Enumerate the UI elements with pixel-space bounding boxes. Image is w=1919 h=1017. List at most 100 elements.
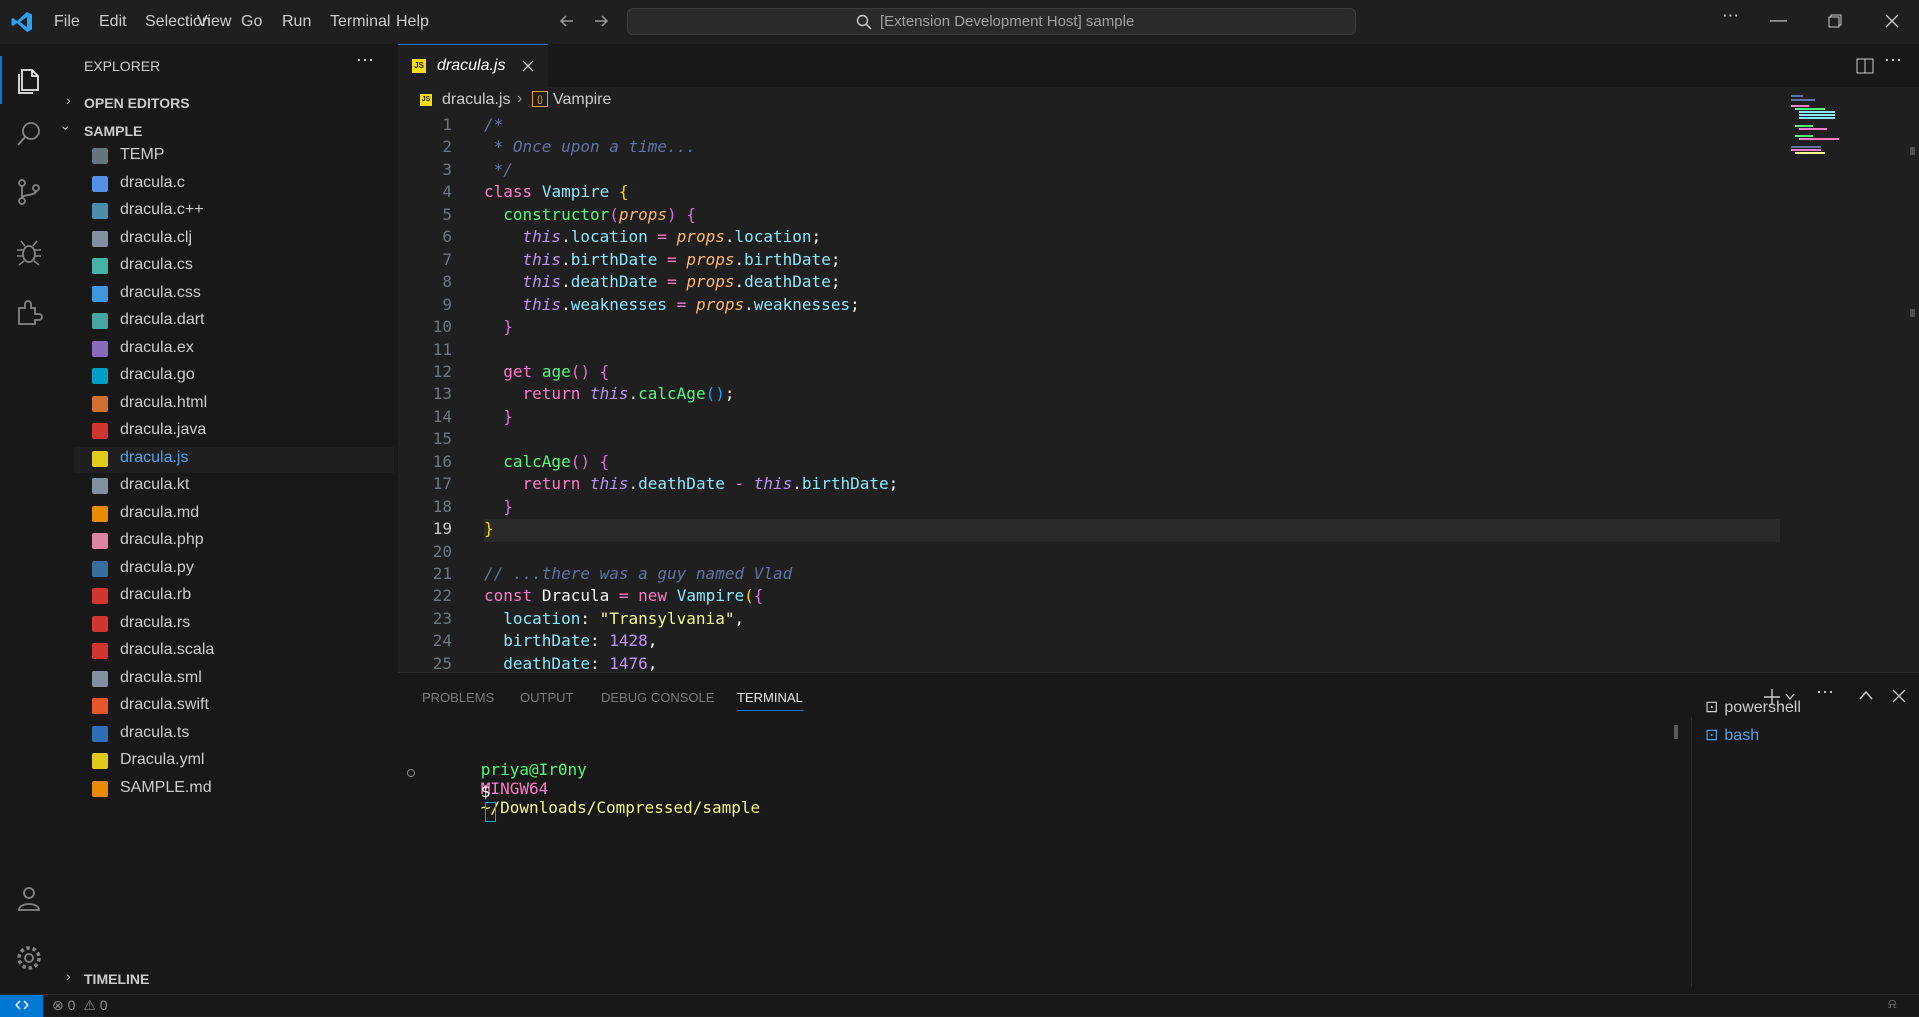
explorer-icon[interactable] [13, 64, 45, 96]
file-item[interactable]: dracula.css [74, 282, 394, 308]
file-label: dracula.go [120, 366, 195, 383]
css-icon [92, 285, 108, 302]
code-editor[interactable]: JS dracula.js › {} Vampire 1/* 2 * Once u… [398, 87, 1919, 672]
code-text: birthDate: 1428, [503, 631, 658, 651]
notifications-bell-icon[interactable]: ⍾ [1888, 996, 1897, 1012]
forward-arrow-icon[interactable] [592, 12, 610, 30]
code-line: 24 birthDate: 1428, [398, 631, 1778, 653]
file-item[interactable]: dracula.sml [74, 667, 394, 693]
file-item[interactable]: dracula.swift [74, 694, 394, 720]
file-label: dracula.md [120, 503, 200, 521]
back-arrow-icon[interactable] [558, 12, 576, 30]
code-text: class Vampire { [484, 182, 629, 202]
accounts-icon[interactable] [13, 882, 45, 914]
terminal-scrollbar[interactable] [1674, 725, 1678, 739]
menu-file[interactable]: File [54, 13, 80, 31]
open-editors-section[interactable]: › OPEN EDITORS [66, 92, 396, 114]
menu-go[interactable]: Go [241, 13, 262, 31]
explorer-sidebar: EXPLORER ⋯ › OPEN EDITORS › SAMPLE TEMP d… [58, 44, 398, 994]
line-number: 13 [432, 384, 452, 404]
menu-run[interactable]: Run [282, 13, 311, 31]
file-item[interactable]: dracula.clj [74, 227, 394, 253]
panel-tab-terminal[interactable]: TERMINAL [737, 690, 803, 711]
code-text: */ [484, 159, 513, 179]
code-text: this.weaknesses = props.weaknesses; [522, 294, 860, 314]
folder-icon [92, 148, 108, 164]
code-line: 5 constructor(props) { [398, 205, 1778, 227]
code-line: 20 [398, 542, 1778, 564]
terminal-name: bash [1724, 727, 1760, 744]
close-panel-icon[interactable] [1892, 689, 1906, 703]
file-icon [92, 230, 108, 247]
file-item[interactable]: dracula.kt [74, 474, 394, 500]
file-item[interactable]: dracula.md [74, 502, 394, 528]
tab-dracula-js[interactable]: JS dracula.js [398, 44, 548, 87]
maximize-panel-icon[interactable] [1859, 690, 1873, 700]
search-view-icon[interactable] [13, 118, 45, 150]
restore-button[interactable] [1828, 14, 1842, 28]
terminal-tab-bash[interactable]: ⊡ bash [1705, 725, 1759, 745]
panel-tab-output[interactable]: OUTPUT [520, 690, 573, 705]
file-item[interactable]: dracula.c++ [74, 199, 394, 225]
swift-icon [92, 698, 108, 714]
file-item[interactable]: dracula.rb [74, 584, 394, 610]
panel-tab-debug-console[interactable]: DEBUG CONSOLE [601, 690, 714, 705]
file-item[interactable]: dracula.js [74, 446, 394, 473]
file-item[interactable]: SAMPLE.md [74, 777, 394, 803]
file-item[interactable]: dracula.dart [74, 309, 394, 335]
code-text: } [503, 496, 513, 516]
file-item[interactable]: dracula.ts [74, 722, 394, 748]
file-icon [92, 670, 108, 687]
file-item[interactable]: dracula.java [74, 419, 394, 445]
file-label: dracula.php [120, 531, 204, 548]
scrollbar-thumb[interactable] [1910, 147, 1915, 155]
file-item[interactable]: dracula.cs [74, 254, 394, 280]
file-label: dracula.swift [120, 696, 209, 713]
file-item[interactable]: dracula.html [74, 392, 394, 418]
menu-view[interactable]: View [197, 13, 231, 31]
menu-edit[interactable]: Edit [99, 13, 127, 31]
source-control-icon[interactable] [13, 176, 45, 208]
cpp-icon [92, 203, 108, 219]
file-item[interactable]: dracula.go [74, 364, 394, 390]
terminal-tab-powershell[interactable]: ⊡ powershell [1705, 697, 1801, 717]
ruby-icon [92, 588, 108, 604]
file-item[interactable]: dracula.php [74, 529, 394, 555]
minimap[interactable] [1791, 95, 1851, 175]
terminal-view[interactable]: priya@Ir0ny MINGW64 ~/Downloads/Compress… [398, 723, 1688, 993]
file-label: dracula.js [120, 448, 189, 466]
rust-icon [92, 615, 108, 632]
code-line: 1 /* [398, 115, 1778, 137]
file-item[interactable]: dracula.ex [74, 337, 394, 363]
panel-more-icon[interactable]: ⋯ [1816, 682, 1834, 703]
close-tab-icon[interactable] [522, 60, 534, 72]
timeline-section[interactable]: › TIMELINE [66, 968, 396, 990]
code-text: * Once upon a time... [484, 137, 696, 157]
file-item[interactable]: Dracula.yml [74, 749, 394, 775]
markdown-icon [92, 780, 108, 797]
line-number: 16 [432, 451, 452, 471]
line-number: 7 [442, 249, 452, 269]
file-item[interactable]: dracula.rs [74, 612, 394, 638]
command-center-search[interactable]: [Extension Development Host] sample [627, 8, 1356, 35]
editor-more-icon[interactable]: ⋯ [1884, 50, 1902, 71]
file-item[interactable]: dracula.py [74, 557, 394, 583]
manage-gear-icon[interactable] [13, 942, 45, 974]
line-number: 1 [442, 115, 452, 134]
file-item[interactable]: TEMP [74, 144, 394, 170]
run-debug-icon[interactable] [13, 236, 45, 268]
minimize-button[interactable]: — [1770, 10, 1787, 30]
split-editor-icon[interactable] [1856, 57, 1874, 75]
explorer-more-icon[interactable]: ⋯ [356, 50, 374, 71]
panel-tab-problems[interactable]: PROBLEMS [422, 690, 494, 705]
file-item[interactable]: dracula.scala [74, 639, 394, 665]
menu-terminal[interactable]: Terminal [330, 13, 390, 31]
close-window-button[interactable] [1884, 13, 1900, 29]
menu-help[interactable]: Help [396, 13, 429, 31]
file-item[interactable]: dracula.c [74, 172, 394, 198]
folder-section[interactable]: › SAMPLE [58, 120, 396, 142]
remote-indicator-button[interactable] [0, 995, 43, 1017]
problems-status[interactable]: ⊗ 0 ⚠ 0 [52, 997, 108, 1014]
extensions-icon[interactable] [13, 296, 45, 328]
layout-more-icon[interactable]: ⋯ [1722, 6, 1739, 26]
